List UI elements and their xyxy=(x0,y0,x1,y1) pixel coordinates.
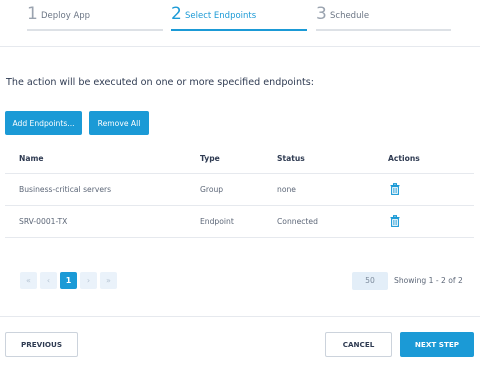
cell-actions xyxy=(388,173,474,206)
remove-all-button[interactable]: Remove All xyxy=(89,111,149,135)
step-number: 2 xyxy=(171,4,182,24)
first-page-icon[interactable]: « xyxy=(20,272,37,289)
trash-icon[interactable] xyxy=(390,214,400,229)
cell-actions xyxy=(388,205,474,238)
page-number-button[interactable]: 1 xyxy=(60,272,77,289)
per-page-select[interactable]: 50 xyxy=(352,272,388,290)
section-description: The action will be executed on one or mo… xyxy=(6,77,315,88)
endpoints-table: Name Type Status Actions Business-critic… xyxy=(5,143,474,238)
step-label: Deploy App xyxy=(41,11,91,21)
cell-name: SRV-0001-TX xyxy=(5,205,200,238)
column-header-status[interactable]: Status xyxy=(277,143,388,174)
trash-icon[interactable] xyxy=(390,182,400,197)
prev-page-icon[interactable]: ‹ xyxy=(40,272,57,289)
step-label: Select Endpoints xyxy=(185,11,257,21)
table-header-row: Name Type Status Actions xyxy=(5,143,474,174)
column-header-actions: Actions xyxy=(388,143,474,174)
step-indicator-bar xyxy=(316,29,451,31)
footer-divider xyxy=(0,316,480,317)
cancel-button[interactable]: CANCEL xyxy=(325,332,392,357)
wizard-steps: 1 Deploy App 2 Select Endpoints 3 Schedu… xyxy=(0,0,480,47)
step-indicator-bar xyxy=(171,29,307,31)
column-header-type[interactable]: Type xyxy=(200,143,277,174)
cell-type: Group xyxy=(200,173,277,206)
step-number: 3 xyxy=(316,4,327,24)
next-step-button[interactable]: NEXT STEP xyxy=(400,332,474,357)
step-number: 1 xyxy=(27,4,38,24)
column-header-name[interactable]: Name xyxy=(5,143,200,174)
next-page-icon[interactable]: › xyxy=(80,272,97,289)
cell-name: Business-critical servers xyxy=(5,173,200,206)
cell-status: Connected xyxy=(277,205,388,238)
step-label: Schedule xyxy=(330,11,370,21)
previous-button[interactable]: PREVIOUS xyxy=(5,332,78,357)
last-page-icon[interactable]: » xyxy=(100,272,117,289)
step-indicator-bar xyxy=(27,29,163,31)
add-endpoints-button[interactable]: Add Endpoints... xyxy=(5,111,82,135)
table-row[interactable]: Business-critical servers Group none xyxy=(5,173,474,206)
cell-status: none xyxy=(277,173,388,206)
pagination-summary: Showing 1 - 2 of 2 xyxy=(394,276,463,285)
table-row[interactable]: SRV-0001-TX Endpoint Connected xyxy=(5,205,474,238)
cell-type: Endpoint xyxy=(200,205,277,238)
